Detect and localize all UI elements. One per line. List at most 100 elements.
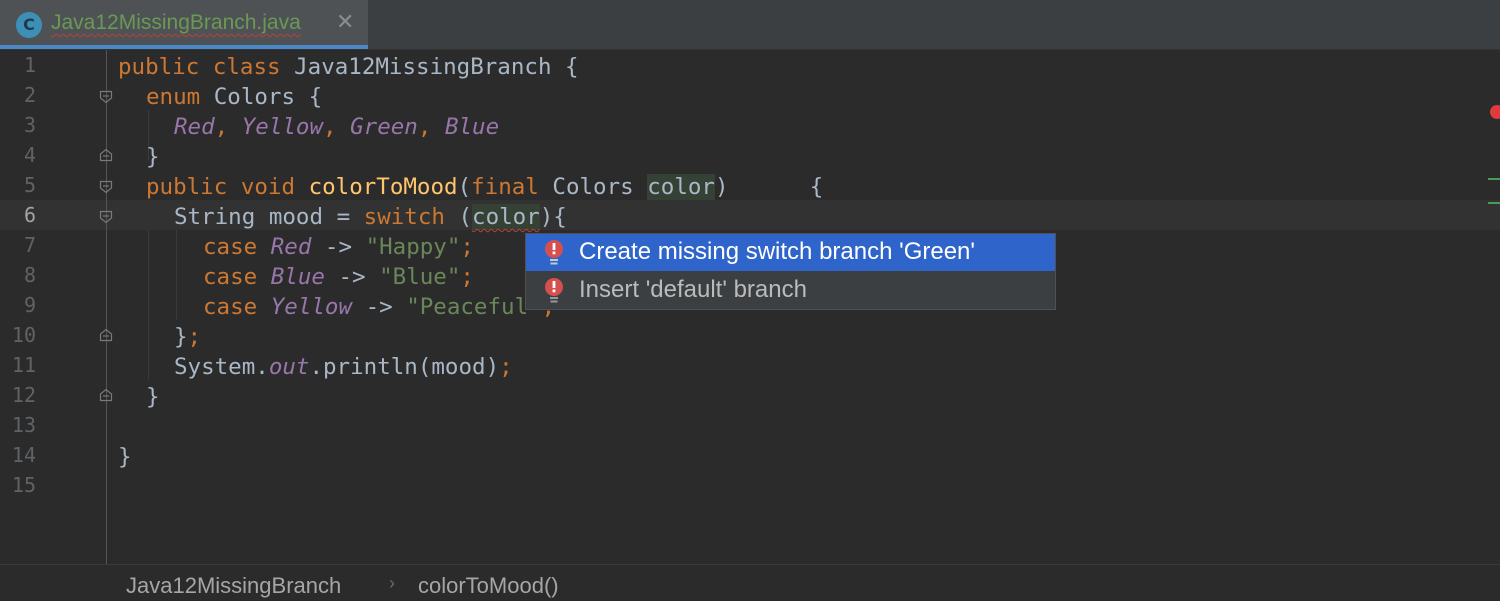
code-line-2: enum Colors {	[146, 82, 322, 112]
variable-name: mood	[268, 204, 324, 230]
line-number: 5	[23, 173, 36, 197]
keyword: final	[471, 174, 539, 200]
line-number: 12	[11, 383, 36, 407]
keyword: switch	[363, 204, 445, 230]
code-line-9: case Yellow -> "Peaceful";	[203, 292, 555, 322]
method-name: colorToMood	[308, 174, 458, 200]
code-line-10: };	[174, 322, 201, 352]
semicolon: ;	[187, 324, 202, 350]
line-number: 1	[23, 53, 36, 77]
method-call: .println(mood)	[309, 354, 500, 380]
class-name: Java12MissingBranch	[294, 54, 552, 80]
string-literal: "Happy"	[365, 234, 461, 260]
breadcrumb-separator: ›	[389, 573, 395, 593]
comma: ,	[417, 114, 432, 140]
breadcrumb-method[interactable]: colorToMood()	[418, 573, 559, 599]
fold-close-icon[interactable]	[99, 148, 113, 162]
enum-constant: Yellow	[241, 114, 324, 140]
fold-close-icon[interactable]	[99, 328, 113, 342]
tab-java12missingbranch[interactable]: C Java12MissingBranch.java ✕	[0, 0, 368, 49]
enum-constant: Red	[174, 114, 215, 140]
line-number: 3	[23, 113, 36, 137]
param-type: Colors	[552, 174, 634, 200]
close-icon[interactable]: ✕	[336, 10, 354, 35]
popup-item-create-missing-branch[interactable]: Create missing switch branch 'Green'	[526, 234, 1055, 271]
fold-open-icon[interactable]	[99, 210, 113, 224]
line-number: 14	[11, 443, 36, 467]
operator: =	[336, 204, 351, 230]
popup-item-label: Create missing switch branch 'Green'	[579, 238, 975, 265]
line-number: 15	[11, 473, 36, 497]
code-line-3: Red, Yellow, Green, Blue	[174, 112, 499, 142]
string-literal: "Blue"	[379, 264, 461, 290]
keyword: case	[203, 264, 258, 290]
tab-title: Java12MissingBranch.java	[51, 11, 301, 34]
error-bulb-icon	[542, 239, 566, 267]
line-number: 8	[23, 263, 36, 287]
brace: {	[565, 54, 579, 80]
change-marker	[1488, 178, 1500, 180]
keyword: public	[146, 174, 228, 200]
code-line-4: }	[146, 142, 160, 172]
enum-constant: Blue	[444, 114, 500, 140]
line-number: 7	[23, 233, 36, 257]
arrow: ->	[365, 294, 393, 320]
enum-constant: Green	[350, 114, 418, 140]
popup-item-label: Insert 'default' branch	[579, 276, 807, 303]
line-number: 9	[23, 293, 36, 317]
brace: }	[146, 144, 160, 170]
line-number: 2	[23, 83, 36, 107]
parameter-highlight: color	[647, 174, 715, 200]
brace: }	[146, 384, 160, 410]
line-number: 13	[11, 413, 36, 437]
indent-guide	[148, 230, 149, 380]
arrow: ->	[338, 264, 366, 290]
enum-name: Colors	[213, 84, 296, 110]
intention-actions-popup: Create missing switch branch 'Green' Ins…	[525, 233, 1056, 310]
editor-tab-bar: C Java12MissingBranch.java ✕	[0, 0, 1500, 50]
indent-guide	[176, 230, 177, 320]
paren: )	[714, 174, 729, 200]
code-line-7: case Red -> "Happy";	[203, 232, 474, 262]
popup-item-insert-default-branch[interactable]: Insert 'default' branch	[526, 272, 1055, 309]
keyword: class	[212, 54, 281, 80]
error-argument: color	[472, 204, 540, 230]
enum-constant: Red	[270, 234, 312, 260]
semicolon: ;	[499, 354, 513, 380]
error-stripe-icon[interactable]	[1490, 105, 1500, 119]
line-number: 4	[23, 143, 36, 167]
brace: {	[809, 174, 824, 200]
code-line-12: }	[146, 382, 160, 412]
code-line-1: public class Java12MissingBranch {	[118, 52, 579, 82]
error-bulb-icon	[542, 277, 566, 305]
fold-open-icon[interactable]	[99, 180, 113, 194]
brace: }	[174, 324, 188, 350]
paren: (	[458, 204, 473, 230]
fold-open-icon[interactable]	[99, 90, 113, 104]
semicolon: ;	[460, 264, 474, 290]
type-name: String	[174, 204, 256, 230]
comma: ,	[323, 114, 337, 140]
string-literal: "Peaceful"	[406, 294, 542, 320]
code-line-6: String mood = switch (color){	[174, 202, 567, 232]
enum-constant: Yellow	[270, 294, 353, 320]
line-number: 10	[11, 323, 36, 347]
class-ref: System.	[174, 354, 269, 380]
keyword: public	[118, 54, 200, 80]
code-line-5: public void colorToMood(final Colors col…	[146, 172, 823, 202]
enum-constant: Blue	[270, 264, 325, 290]
brace: {	[308, 84, 323, 110]
fold-close-icon[interactable]	[99, 388, 113, 402]
arrow: ->	[324, 234, 353, 260]
keyword: case	[203, 294, 258, 320]
brace: }	[118, 444, 132, 470]
line-number: 11	[11, 353, 36, 377]
breadcrumb-class[interactable]: Java12MissingBranch	[126, 573, 341, 599]
static-field: out	[268, 354, 310, 380]
paren: ){	[539, 204, 567, 230]
line-number-current: 6	[23, 203, 36, 227]
java-class-icon: C	[16, 12, 42, 38]
code-line-11: System.out.println(mood);	[174, 352, 513, 382]
code-line-14: }	[118, 442, 132, 472]
keyword: case	[203, 234, 258, 260]
